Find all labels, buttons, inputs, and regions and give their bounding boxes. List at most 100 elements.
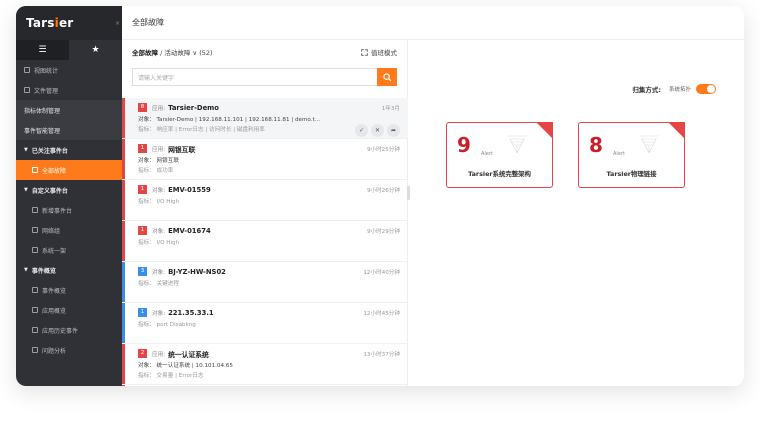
sidebar-toggle-bar: ☰ ★ (16, 40, 122, 60)
sidebar-item-label: 事件智能管理 (24, 127, 61, 135)
incident-card[interactable]: 1 对象: EMV-01674 9小时29分钟 指标： I/O High (122, 221, 408, 262)
card-title: 网银互联 (168, 145, 196, 154)
sidebar-item-label: 事件概览 (42, 287, 67, 295)
sidebar-item[interactable]: 视图统计 (16, 60, 122, 80)
list-header: 全部故障 / 活动故障 ∨ (52) 值班模式 (122, 40, 407, 64)
severity-badge: 3 (138, 267, 147, 276)
tile-name: Tarsier物理链接 (606, 170, 657, 178)
search-input[interactable]: 请输入关键字 (132, 68, 377, 86)
card-type-label: 对象: (152, 269, 166, 276)
sidebar-item[interactable]: 应用概览 (16, 300, 122, 320)
logo: Tarsier × (16, 6, 122, 40)
menu-item-icon (32, 327, 38, 333)
card-type-label: 对象: (152, 187, 166, 194)
tile-corner-flag (668, 122, 685, 139)
menu-item-icon (24, 67, 30, 73)
confirm-icon[interactable]: ✓ (355, 124, 368, 137)
sidebar-item-label: 文件管理 (34, 87, 59, 95)
incident-card[interactable]: 1 对象: 221.35.33.1 12小时45分钟指标： port Disablin… (122, 303, 408, 344)
sidebar-item-label: 系统一架 (42, 247, 67, 255)
alert-label: Alert (481, 151, 493, 157)
app-window: Tarsier × ☰ ★ 视图统计文件管理指标体制管理 事件智能管理 ▼ 已关注事件… (16, 6, 744, 386)
sidebar-item-label: 网络组 (42, 227, 61, 235)
card-objects: 对象： Tarsier-Demo | 192.168.11.101 | 192.… (138, 117, 321, 123)
sidebar-item-label: 新增事件台 (42, 207, 73, 215)
incident-card[interactable]: 1应用:微信银行16小时42分钟 (122, 385, 408, 386)
card-title: 统一认证系统 (168, 350, 209, 359)
grouping-control: 归集方式: 系统拓扑 (632, 84, 716, 94)
favorite-icon[interactable]: ★ (69, 40, 122, 60)
card-metrics: 指标： port Disabling (138, 322, 196, 328)
card-title: BJ-YZ-HW-NS02 (168, 267, 226, 276)
card-title: Tarsier-Demo (168, 103, 219, 112)
breadcrumb[interactable]: 全部故障 / 活动故障 ∨ (52) (132, 47, 213, 57)
card-time: 1年3月 (381, 105, 400, 112)
sidebar-item[interactable]: 新增事件台 (16, 200, 122, 220)
sidebar-item[interactable]: 系统一架 (16, 240, 122, 260)
incident-card[interactable]: 1 应用: 网银互联 9小时25分钟 对象： 网银互联 指标： 成功率 (122, 139, 408, 180)
topology-tile[interactable]: 9 Alert Tarsier系统完整架构 (446, 122, 553, 188)
card-metrics: 指标： 交易量 | Error日志 (138, 373, 204, 379)
incident-card[interactable]: 8 应用: Tarsier-Demo 1年3月对象： Tarsier-Demo | 1… (122, 98, 408, 139)
sidebar-item[interactable]: 应用历史事件 (16, 320, 122, 340)
card-metrics: 指标： 关键进程 (138, 281, 179, 287)
topology-tile[interactable]: 8 Alert Tarsier物理链接 (578, 122, 685, 188)
card-metrics: 指标： I/O High (138, 199, 180, 205)
topology-panel: 归集方式: 系统拓扑 9 Alert Tarsier系统完整架构 8 Alert Tars… (410, 40, 744, 386)
menu-item-icon (32, 207, 38, 213)
sidebar-item-label: 应用概览 (42, 307, 67, 315)
menu-icon[interactable]: ☰ (16, 40, 69, 60)
sidebar-item[interactable]: 事件智能管理 (16, 120, 122, 140)
duty-mode-button[interactable]: 值班模式 (361, 47, 397, 57)
card-time: 12小时45分钟 (363, 310, 400, 317)
card-type-label: 对象: (152, 310, 166, 317)
sidebar-item[interactable]: 事件概览 (16, 280, 122, 300)
sidebar-item[interactable]: 全部故障 (16, 160, 122, 180)
expand-icon (361, 48, 368, 56)
incident-card[interactable]: 3 对象: BJ-YZ-HW-NS02 12小时40分钟指标： 关键进程 (122, 262, 408, 303)
sidebar-item-label: 自定义事件台 (31, 187, 68, 195)
search-button[interactable] (377, 68, 397, 86)
severity-badge: 1 (138, 185, 147, 194)
sidebar-item[interactable]: 问题分析 (16, 340, 122, 360)
card-type-label: 对象: (152, 228, 166, 235)
incident-card[interactable]: 1 对象: EMV-01559 9小时26分钟 指标： I/O High (122, 180, 408, 221)
sidebar-item[interactable]: 文件管理 (16, 80, 122, 100)
card-time: 12小时40分钟 (363, 269, 400, 276)
sidebar-item-label: 指标体制管理 (24, 107, 61, 115)
severity-badge: 1 (138, 308, 147, 317)
alert-count: 8 (589, 133, 603, 157)
sidebar-item[interactable]: 指标体制管理 (16, 100, 122, 120)
collapse-icon[interactable]: × (115, 20, 120, 27)
severity-badge: 1 (138, 144, 147, 153)
incident-card[interactable]: 2 应用: 统一认证系统 13小时37分钟 对象： 统一认证系统 | 10.101.04… (122, 344, 408, 385)
menu-item-icon (32, 347, 38, 353)
sidebar-item-label: 问题分析 (42, 347, 67, 355)
close-icon[interactable]: ✕ (371, 124, 384, 137)
severity-badge: 1 (138, 226, 147, 235)
card-objects: 对象： 网银互联 (138, 158, 179, 164)
forward-icon[interactable]: ➦ (387, 124, 400, 137)
page-title: 全部故障 (132, 18, 164, 27)
grouping-toggle[interactable] (696, 84, 716, 94)
topology-thumbnail-icon (639, 135, 659, 154)
sidebar-item-label: 全部故障 (42, 167, 67, 175)
severity-badge: 8 (138, 103, 147, 112)
card-type-label: 应用: (152, 105, 166, 112)
sidebar-item[interactable]: ▼ 自定义事件台 (16, 180, 122, 200)
sidebar-item-label: 视图统计 (34, 67, 59, 75)
card-time: 13小时37分钟 (363, 351, 400, 358)
sidebar-item[interactable]: 网络组 (16, 220, 122, 240)
card-time: 9小时26分钟 (366, 187, 400, 194)
menu-item-icon (32, 227, 38, 233)
card-time: 9小时25分钟 (366, 146, 400, 153)
sidebar-item[interactable]: ▼ 已关注事件台 (16, 140, 122, 160)
card-type-label: 应用: (152, 146, 166, 153)
alert-label: Alert (613, 151, 625, 157)
sidebar-item[interactable]: ▼ 事件概览 (16, 260, 122, 280)
grouping-value: 系统拓扑 (668, 87, 691, 93)
severity-badge: 2 (138, 349, 147, 358)
chevron-down-icon: ▼ (24, 187, 28, 193)
card-title: 221.35.33.1 (168, 308, 214, 317)
chevron-down-icon: ▼ (24, 267, 28, 273)
